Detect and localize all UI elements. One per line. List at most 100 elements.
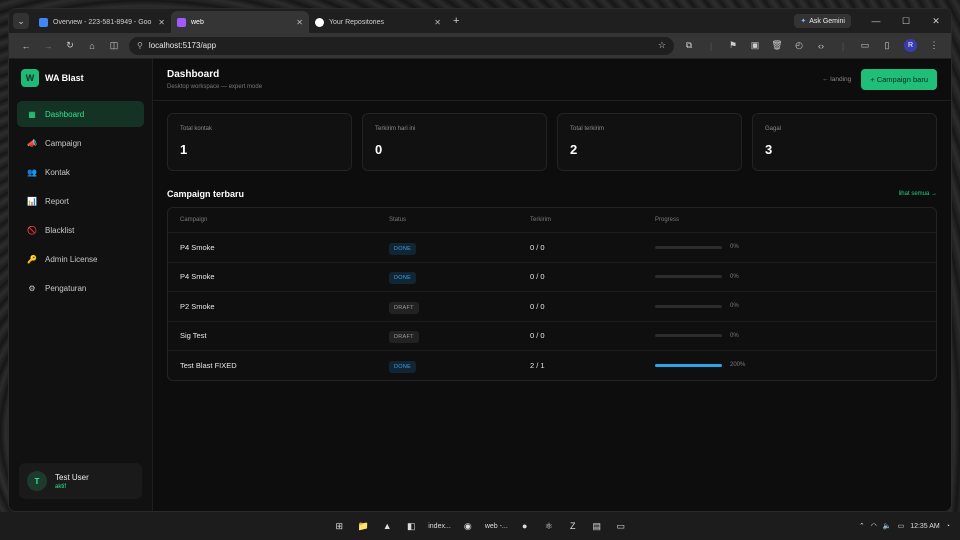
terminal-icon[interactable]: ▲ (376, 515, 398, 537)
progress-label: 0% (730, 244, 739, 251)
key-icon: 🔑 (27, 254, 37, 264)
chrome-icon[interactable]: ◉ (457, 515, 479, 537)
battery-icon[interactable]: ▭ (898, 522, 905, 530)
status-cell: DONE (389, 242, 530, 255)
user-card[interactable]: T Test User aktif (19, 463, 142, 499)
chevron-up-icon[interactable]: ⌃ (859, 522, 865, 530)
column-header: Progress (655, 217, 680, 223)
extension-b-icon[interactable]: ▣ (744, 40, 766, 51)
volume-icon[interactable]: 🔈 (883, 522, 892, 530)
sidebar-item-blacklist[interactable]: 🚫 Blacklist (17, 217, 144, 243)
file-explorer-icon[interactable]: 📁 (352, 515, 374, 537)
notes-icon[interactable]: ▤ (586, 515, 608, 537)
sidebar-item-report[interactable]: 📊 Report (17, 188, 144, 214)
stat-label: Terkirim hari ini (375, 126, 416, 132)
contacts-icon: 👥 (27, 167, 37, 177)
progress-cell: 0% (655, 274, 924, 280)
new-tab-button[interactable]: + (453, 15, 459, 27)
page-title: Dashboard (167, 69, 220, 80)
reload-icon[interactable]: ↻ (59, 40, 81, 51)
campaign-name: Sig Test (180, 331, 207, 341)
close-window-icon[interactable]: ✕ (921, 16, 951, 27)
brand[interactable]: W WA Blast (21, 69, 140, 87)
forward-icon[interactable]: → (37, 41, 59, 51)
progress-label: 0% (730, 303, 739, 310)
tab-repositories[interactable]: Your Repositories ✕ (309, 11, 447, 33)
table-row[interactable]: Sig Test DRAFT 0 / 0 0% (168, 320, 936, 351)
see-all-link[interactable]: lihat semua → (899, 191, 937, 197)
stat-card-failed: Gagal 3 (752, 113, 937, 171)
sidebar-item-pengaturan[interactable]: ⚙ Pengaturan (17, 275, 144, 301)
user-status: aktif (55, 483, 67, 490)
delete-icon[interactable]: 🗑 (766, 40, 788, 51)
table-row[interactable]: P2 Smoke DRAFT 0 / 0 0% (168, 291, 936, 321)
cast-icon[interactable]: ▭ (854, 40, 876, 51)
devtools-icon[interactable]: ‹› (810, 41, 832, 51)
home-icon[interactable]: ⌂ (81, 41, 103, 51)
stat-card-total-sent: Total terkirim 2 (557, 113, 742, 171)
vite-icon (177, 17, 186, 27)
taskbar-window-label[interactable]: web -... (481, 515, 512, 537)
profile-avatar[interactable]: R (904, 39, 917, 52)
sidebar-item-kontak[interactable]: 👥 Kontak (17, 159, 144, 185)
table-row[interactable]: P4 Smoke DONE 0 / 0 0% (168, 232, 936, 262)
address-bar[interactable]: ⚲ localhost:5173/app ☆ (129, 36, 674, 55)
window-controls: ✦ Ask Gemini — ☐ ✕ (794, 9, 951, 33)
sidepanel-icon[interactable]: ▯ (876, 40, 898, 51)
cmd-icon[interactable]: ▭ (610, 515, 632, 537)
menu-icon[interactable]: ⋮ (923, 40, 945, 51)
ask-gemini-button[interactable]: ✦ Ask Gemini (794, 14, 851, 28)
tab-title: web (191, 18, 204, 26)
clock[interactable]: 12:35 AM (910, 523, 940, 530)
extension-a-icon[interactable]: ⚑ (722, 40, 744, 51)
progress-cell: 0% (655, 303, 924, 309)
sidebar-item-admin-license[interactable]: 🔑 Admin License (17, 246, 144, 272)
google-ads-icon (39, 17, 48, 27)
blacklist-icon: 🚫 (27, 225, 37, 235)
landing-link[interactable]: ← landing (822, 76, 851, 83)
back-icon[interactable]: ← (15, 41, 37, 51)
sidebar-item-campaign[interactable]: 📣 Campaign (17, 130, 144, 156)
react-icon[interactable]: ⚛ (538, 515, 560, 537)
taskbar-window-label[interactable]: index... (424, 515, 455, 537)
progress-bar (655, 304, 722, 308)
minimize-icon[interactable]: — (861, 16, 891, 26)
sidebar-item-label: Pengaturan (45, 283, 87, 293)
progress-bar (655, 275, 722, 279)
wifi-icon[interactable]: ◠ (871, 522, 877, 530)
campaign-name: P2 Smoke (180, 301, 215, 311)
site-info-icon[interactable]: ⚲ (137, 41, 143, 50)
bookmark-star-icon[interactable]: ☆ (658, 40, 666, 51)
close-icon[interactable]: ✕ (434, 18, 441, 27)
progress-bar (655, 245, 722, 249)
new-campaign-button[interactable]: + Campaign baru (861, 69, 937, 90)
sent-count: 0 / 0 (530, 272, 545, 282)
url-text: localhost:5173/app (148, 41, 217, 50)
table-row[interactable]: P4 Smoke DONE 0 / 0 0% (168, 261, 936, 292)
vscode-icon[interactable]: ◧ (400, 515, 422, 537)
status-cell: DONE (389, 360, 530, 373)
split-view-icon[interactable]: ◫ (103, 40, 125, 51)
sidebar-item-label: Admin License (45, 254, 98, 264)
sidebar-item-label: Report (45, 196, 70, 206)
filezilla-icon[interactable]: Z (562, 515, 584, 537)
separator-icon: | (841, 40, 845, 51)
tab-web[interactable]: web ✕ (171, 11, 309, 33)
notifications-icon[interactable]: ◔ (946, 523, 950, 530)
maximize-icon[interactable]: ☐ (891, 16, 921, 27)
taskbar: ⊞ 📁 ▲ ◧ index... ◉ web -... ● ⚛ Z ▤ ▭ ⌃ ◠ 🔈 ▭ 12:35… (0, 512, 960, 540)
sidebar-item-label: Campaign (45, 138, 82, 148)
postman-icon[interactable]: ● (514, 515, 536, 537)
extensions-icon[interactable]: ⧉ (678, 40, 700, 51)
close-icon[interactable]: ✕ (158, 18, 165, 27)
tab-overview[interactable]: Overview - 223-581-8949 - Goo ✕ (33, 11, 171, 33)
close-icon[interactable]: ✕ (296, 18, 303, 27)
windows-start-icon[interactable]: ⊞ (328, 515, 350, 537)
history-icon[interactable]: ◴ (788, 40, 810, 51)
tab-search-button[interactable]: ⌄ (13, 13, 29, 29)
stat-label: Gagal (765, 126, 782, 132)
progress-label: 200% (730, 362, 746, 369)
table-row[interactable]: Test Blast FIXED DONE 2 / 1 200% (168, 350, 936, 380)
campaign-name: P4 Smoke (180, 272, 215, 282)
sidebar-item-dashboard[interactable]: ▦ Dashboard (17, 101, 144, 127)
